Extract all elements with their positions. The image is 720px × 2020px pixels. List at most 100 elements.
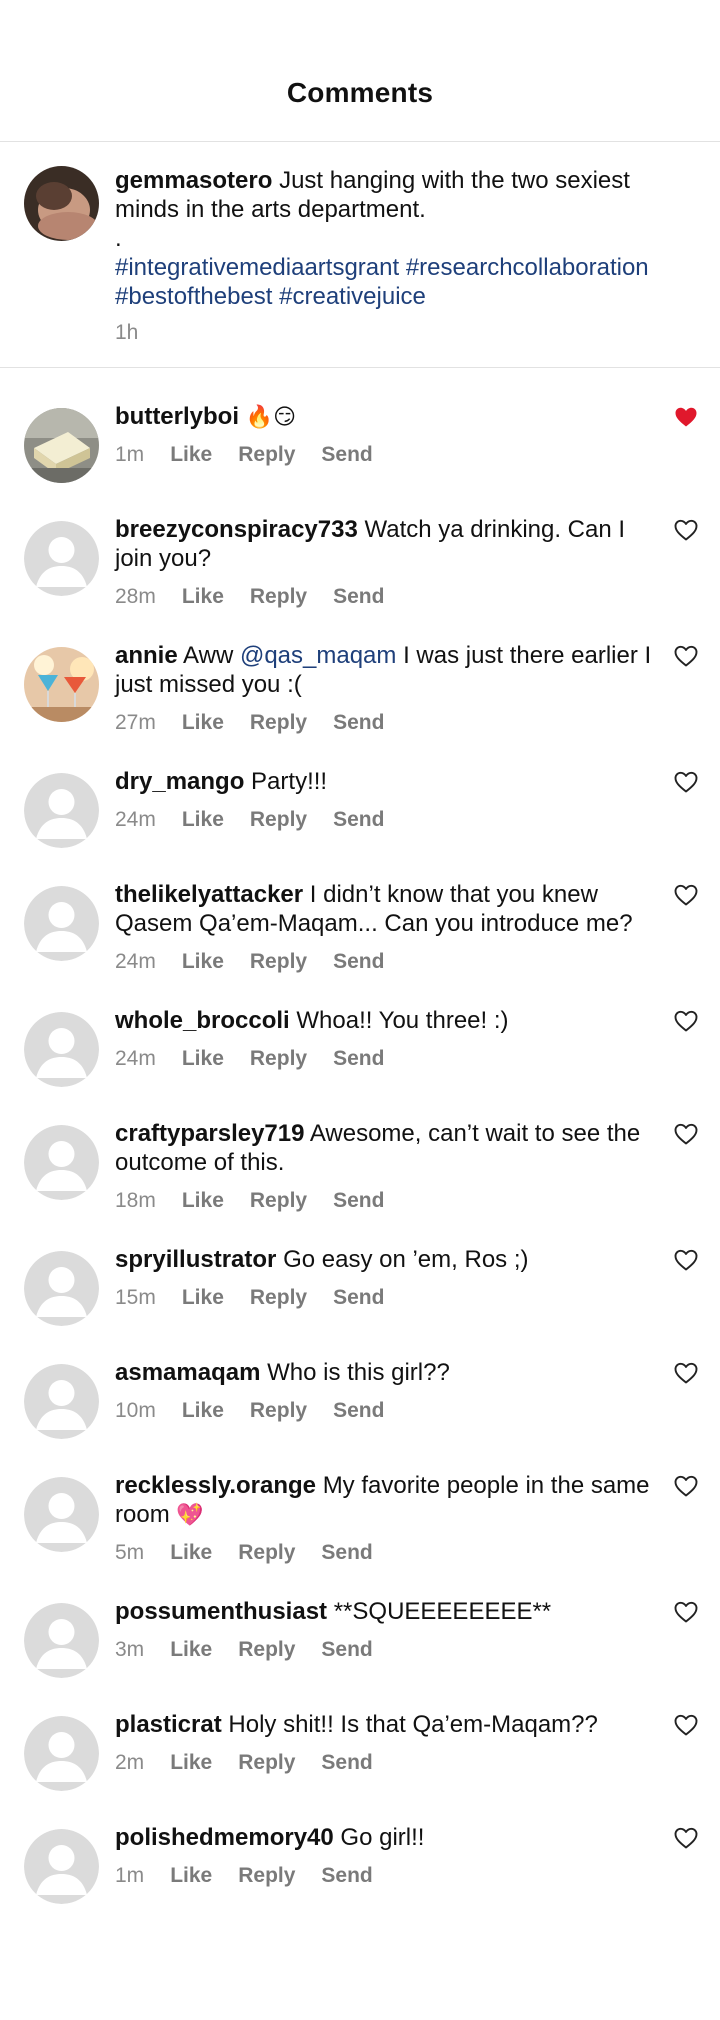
avatar[interactable] [24, 1251, 99, 1326]
reply-button[interactable]: Reply [250, 1047, 307, 1071]
like-button[interactable]: Like [182, 808, 224, 832]
comment-username[interactable]: asmamaqam [115, 1359, 260, 1386]
comment-timestamp: 24m [115, 1047, 156, 1070]
like-heart-button[interactable] [674, 1010, 698, 1032]
like-button[interactable]: Like [170, 1541, 212, 1565]
like-heart-button[interactable] [674, 406, 698, 428]
avatar[interactable] [24, 1364, 99, 1439]
comment-username[interactable]: possumenthusiast [115, 1598, 327, 1625]
reply-button[interactable]: Reply [250, 1189, 307, 1213]
avatar[interactable] [24, 1603, 99, 1678]
comment-username[interactable]: plasticrat [115, 1711, 222, 1738]
comment-timestamp: 1m [115, 443, 145, 466]
send-button[interactable]: Send [333, 1047, 384, 1071]
reply-button[interactable]: Reply [250, 808, 307, 832]
reply-button[interactable]: Reply [238, 1751, 295, 1775]
avatar[interactable] [24, 521, 99, 596]
comment-content: dry_mango Party!!! [115, 767, 656, 796]
comment-timestamp: 24m [115, 950, 156, 973]
default-avatar-icon [24, 1251, 99, 1326]
comment-content: butterlyboi 🔥😏 [115, 402, 656, 431]
hashtag[interactable]: #bestofthebest [115, 283, 272, 310]
send-button[interactable]: Send [321, 1864, 372, 1888]
send-button[interactable]: Send [333, 1286, 384, 1310]
comment-username[interactable]: whole_broccoli [115, 1007, 290, 1034]
like-button[interactable]: Like [170, 443, 212, 467]
like-button[interactable]: Like [182, 950, 224, 974]
avatar[interactable] [24, 647, 99, 722]
avatar[interactable] [24, 166, 99, 241]
like-heart-button[interactable] [674, 771, 698, 793]
like-button[interactable]: Like [182, 1286, 224, 1310]
reply-button[interactable]: Reply [238, 1864, 295, 1888]
caption-username[interactable]: gemmasotero [115, 167, 272, 194]
comment-username[interactable]: thelikelyattacker [115, 881, 303, 908]
send-button[interactable]: Send [321, 1751, 372, 1775]
like-button[interactable]: Like [182, 711, 224, 735]
comment-meta: 15m Like Reply Send [115, 1286, 656, 1310]
reply-button[interactable]: Reply [250, 1286, 307, 1310]
comment-content: plasticrat Holy shit!! Is that Qa’em-Maq… [115, 1710, 656, 1739]
send-button[interactable]: Send [321, 1541, 372, 1565]
avatar[interactable] [24, 1716, 99, 1791]
comment-meta: 24m Like Reply Send [115, 1047, 656, 1071]
like-button[interactable]: Like [170, 1638, 212, 1662]
send-button[interactable]: Send [333, 808, 384, 832]
like-button[interactable]: Like [182, 585, 224, 609]
comment-username[interactable]: craftyparsley719 [115, 1120, 304, 1147]
like-heart-button[interactable] [674, 1249, 698, 1271]
mention-link[interactable]: @qas_maqam [240, 642, 396, 669]
send-button[interactable]: Send [333, 711, 384, 735]
page-title: Comments [286, 77, 434, 108]
like-button[interactable]: Like [170, 1864, 212, 1888]
send-button[interactable]: Send [333, 1189, 384, 1213]
avatar[interactable] [24, 408, 99, 483]
avatar[interactable] [24, 773, 99, 848]
like-heart-button[interactable] [674, 645, 698, 667]
like-heart-button[interactable] [674, 1714, 698, 1736]
comment-username[interactable]: annie [115, 642, 178, 669]
reply-button[interactable]: Reply [238, 443, 295, 467]
avatar[interactable] [24, 1477, 99, 1552]
reply-button[interactable]: Reply [250, 1399, 307, 1423]
comment-username[interactable]: dry_mango [115, 768, 244, 795]
like-button[interactable]: Like [170, 1751, 212, 1775]
reply-button[interactable]: Reply [250, 711, 307, 735]
like-heart-button[interactable] [674, 1475, 698, 1497]
avatar[interactable] [24, 1125, 99, 1200]
send-button[interactable]: Send [333, 950, 384, 974]
comment-timestamp: 24m [115, 808, 156, 831]
like-heart-button[interactable] [674, 1827, 698, 1849]
like-button[interactable]: Like [182, 1189, 224, 1213]
like-heart-button[interactable] [674, 519, 698, 541]
send-button[interactable]: Send [333, 1399, 384, 1423]
avatar[interactable] [24, 886, 99, 961]
comment-text: Party!!! [251, 768, 328, 795]
like-heart-button[interactable] [674, 884, 698, 906]
reply-button[interactable]: Reply [250, 950, 307, 974]
heart-outline-icon [674, 1123, 698, 1145]
reply-button[interactable]: Reply [238, 1638, 295, 1662]
default-avatar-icon [24, 1716, 99, 1791]
send-button[interactable]: Send [333, 585, 384, 609]
avatar[interactable] [24, 1012, 99, 1087]
hashtag[interactable]: #integrativemediaartsgrant [115, 254, 399, 281]
avatar[interactable] [24, 1829, 99, 1904]
comment-username[interactable]: breezyconspiracy733 [115, 516, 358, 543]
reply-button[interactable]: Reply [238, 1541, 295, 1565]
like-button[interactable]: Like [182, 1399, 224, 1423]
heart-outline-icon [674, 1362, 698, 1384]
hashtag[interactable]: #researchcollaboration [406, 254, 649, 281]
comment-username[interactable]: butterlyboi [115, 403, 239, 430]
hashtag[interactable]: #creativejuice [279, 283, 426, 310]
comment-username[interactable]: recklessly.orange [115, 1472, 316, 1499]
send-button[interactable]: Send [321, 443, 372, 467]
send-button[interactable]: Send [321, 1638, 372, 1662]
like-heart-button[interactable] [674, 1362, 698, 1384]
reply-button[interactable]: Reply [250, 585, 307, 609]
comment-username[interactable]: spryillustrator [115, 1246, 276, 1273]
like-heart-button[interactable] [674, 1123, 698, 1145]
like-button[interactable]: Like [182, 1047, 224, 1071]
like-heart-button[interactable] [674, 1601, 698, 1623]
comment-username[interactable]: polishedmemory40 [115, 1824, 334, 1851]
